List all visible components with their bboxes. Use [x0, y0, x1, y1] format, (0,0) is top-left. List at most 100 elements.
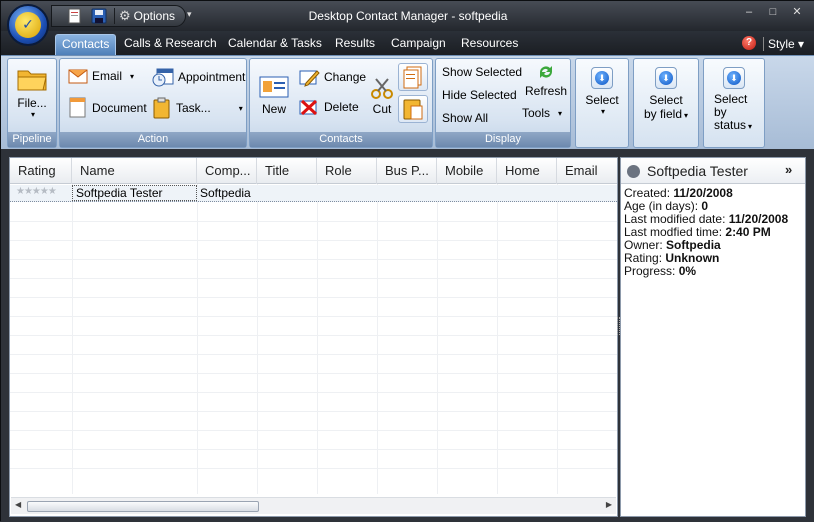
scroll-right-arrow-icon[interactable]: ▶ [606, 500, 612, 509]
title-bar: ⚙ Options ▾ Desktop Contact Manager - so… [1, 1, 814, 31]
copy-button[interactable] [398, 63, 428, 91]
grid-divider [10, 335, 617, 336]
table-row[interactable]: ★★★★★ Softpedia Tester Softpedia [10, 185, 617, 202]
column-header-home[interactable]: Home [497, 158, 557, 184]
column-header-title[interactable]: Title [257, 158, 317, 184]
column-header-mobile[interactable]: Mobile [437, 158, 497, 184]
select-by-field-button[interactable]: ⬇ Select by field ▾ [633, 58, 699, 148]
horizontal-scrollbar[interactable]: ◀ ▶ [11, 497, 616, 514]
tools-button[interactable]: Tools ▾ [522, 106, 562, 120]
rating-stars-icon[interactable]: ★★★★★ [16, 186, 57, 197]
change-label: Change [324, 70, 367, 84]
cut-button[interactable]: Cut [368, 77, 396, 116]
appointment-button[interactable]: Appointment [152, 67, 245, 87]
change-contact-button[interactable]: Change [298, 67, 366, 87]
select-arrow-icon: ⬇ [591, 67, 613, 89]
detail-progress: Progress: 0% [624, 264, 697, 278]
email-icon [68, 69, 88, 84]
grid-divider [10, 316, 617, 317]
task-label: Task... [176, 101, 211, 115]
delete-icon [299, 99, 318, 116]
close-button[interactable]: ✕ [785, 5, 809, 21]
select-by-field-arrow-icon: ⬇ [655, 67, 677, 89]
email-label: Email [92, 69, 123, 83]
window-controls: – □ ✕ [737, 5, 809, 21]
cell-company[interactable]: Softpedia [197, 185, 251, 202]
cell-name[interactable]: Softpedia Tester [72, 185, 197, 201]
email-dropdown-caret: ▾ [130, 71, 135, 81]
grid-divider [10, 221, 617, 222]
grid-divider [10, 240, 617, 241]
display-group-label: Display [436, 132, 570, 147]
pipeline-group-label: Pipeline [8, 132, 56, 147]
detail-created: Created: 11/20/2008 [624, 186, 733, 200]
refresh-icon [540, 66, 552, 78]
document-button[interactable]: Document [68, 97, 147, 119]
grid-divider [437, 184, 438, 494]
grid-divider [497, 184, 498, 494]
grid-divider [10, 449, 617, 450]
tab-resources[interactable]: Resources [455, 34, 524, 55]
grid-divider [197, 184, 198, 494]
delete-contact-button[interactable]: Delete [298, 97, 359, 117]
scroll-left-arrow-icon[interactable]: ◀ [15, 500, 21, 509]
action-group: Email ▾ Appointment Document Task... ▾ A… [59, 58, 247, 148]
style-menu-button[interactable]: Style ▾ [768, 37, 804, 51]
cut-label: Cut [372, 102, 392, 116]
hide-selected-button[interactable]: Hide Selected [442, 88, 517, 102]
grid-divider [557, 184, 558, 494]
maximize-button[interactable]: □ [761, 5, 785, 21]
tab-campaign[interactable]: Campaign [385, 34, 452, 55]
grid-divider [10, 392, 617, 393]
file-button[interactable]: File... ▾ [10, 65, 54, 119]
tab-contacts[interactable]: Contacts [55, 34, 117, 55]
edit-pencil-icon [299, 70, 320, 87]
tab-calls-research[interactable]: Calls & Research [118, 34, 223, 55]
copy-icon [403, 66, 422, 89]
column-header-role[interactable]: Role [317, 158, 377, 184]
email-button[interactable]: Email ▾ [68, 67, 134, 85]
style-separator [763, 37, 764, 51]
detail-owner: Owner: Softpedia [624, 238, 721, 252]
detail-rating: Rating: Unknown [624, 251, 720, 265]
contact-status-dot-icon [627, 165, 640, 178]
minimize-button[interactable]: – [737, 5, 761, 21]
new-contact-button[interactable]: New [256, 75, 292, 116]
select-by-status-arrow-icon: ⬇ [723, 67, 745, 89]
collapse-panel-icon[interactable]: » [785, 162, 792, 177]
select-by-field-caret: ▾ [684, 111, 689, 120]
calendar-clock-icon [152, 68, 174, 87]
details-contact-name: Softpedia Tester [647, 163, 748, 179]
window-title: Desktop Contact Manager - softpedia [308, 9, 508, 23]
appointment-label: Appointment [178, 70, 246, 84]
column-header-rating[interactable]: Rating [10, 158, 72, 184]
select-by-status-caret: ▾ [748, 122, 753, 131]
tab-results[interactable]: Results [329, 34, 381, 55]
task-button[interactable]: Task... ▾ [152, 97, 243, 119]
refresh-button[interactable]: Refresh [524, 63, 568, 98]
grid-body: ★★★★★ Softpedia Tester Softpedia [10, 184, 617, 494]
paste-button[interactable] [398, 95, 428, 123]
scrollbar-thumb[interactable] [27, 501, 259, 512]
help-icon[interactable]: ? [742, 36, 756, 50]
show-all-button[interactable]: Show All [442, 111, 488, 125]
tools-dropdown-caret: ▾ [558, 108, 563, 118]
tab-calendar-tasks[interactable]: Calendar & Tasks [222, 34, 328, 55]
column-header-business-phone[interactable]: Bus P... [377, 158, 437, 184]
app-logo-icon: ✓ [15, 12, 41, 38]
select-button[interactable]: ⬇ Select ▾ [575, 58, 629, 148]
application-menu-orb-button[interactable]: ✓ [7, 4, 49, 46]
paste-icon [403, 99, 423, 120]
select-by-status-button[interactable]: ⬇ Select by status ▾ [703, 58, 765, 148]
column-header-email[interactable]: Email [557, 158, 617, 184]
document-label: Document [92, 101, 147, 115]
folder-icon [17, 70, 47, 91]
contacts-grid[interactable]: Rating Name Comp... Title Role Bus P... … [9, 157, 618, 517]
detail-last-modified-time: Last modfied time: 2:40 PM [624, 225, 771, 239]
column-header-company[interactable]: Comp... [197, 158, 257, 184]
show-selected-button[interactable]: Show Selected [442, 65, 522, 79]
ribbon: File... ▾ Pipeline Email ▾ Appointment D… [1, 55, 814, 149]
column-header-name[interactable]: Name [72, 158, 197, 184]
action-group-label: Action [60, 132, 246, 147]
grid-divider [317, 184, 318, 494]
